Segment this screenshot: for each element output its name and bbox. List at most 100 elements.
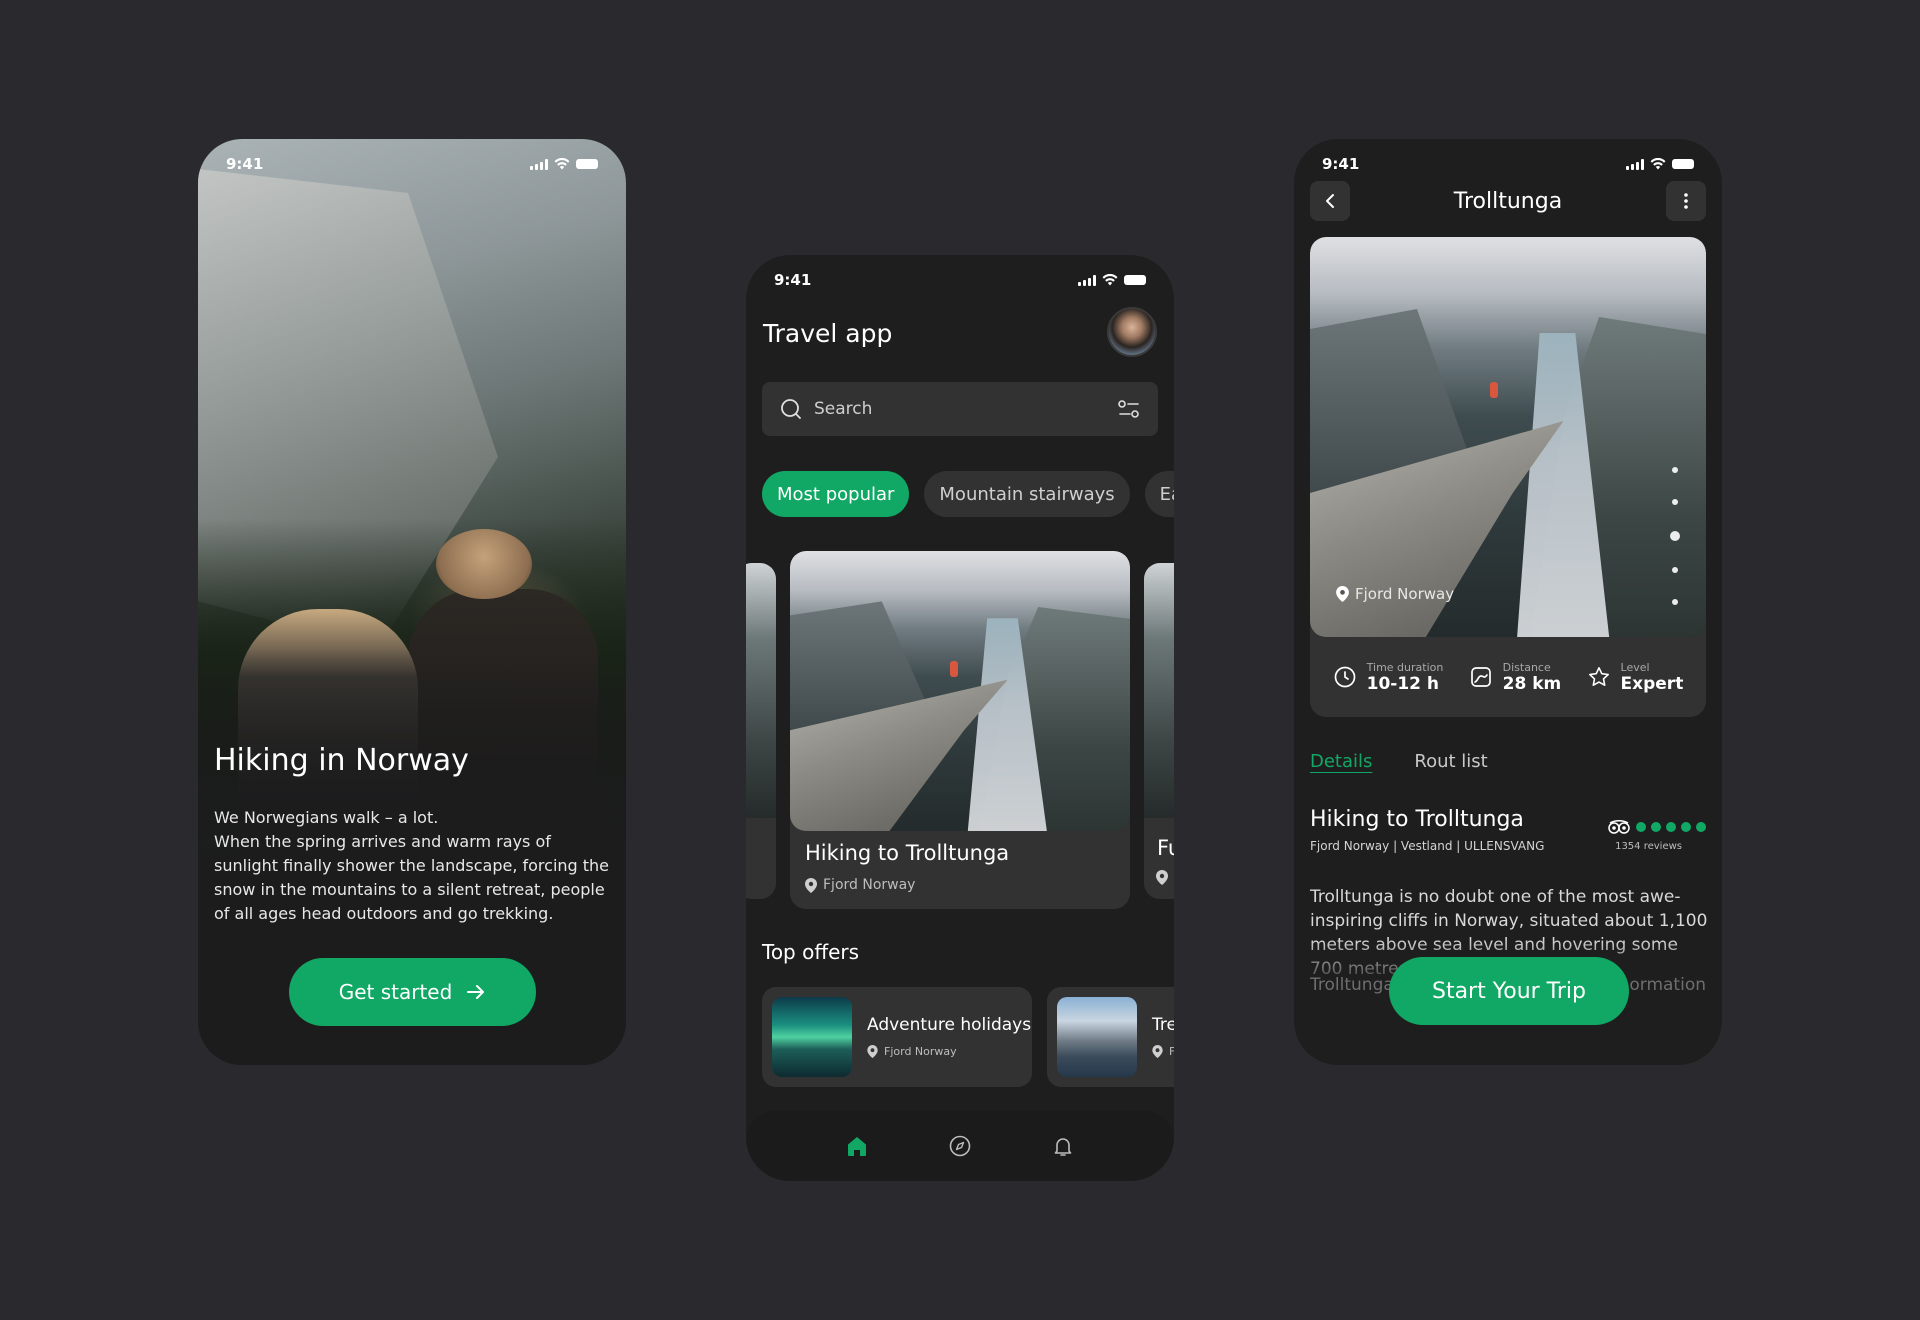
- rating: [1607, 819, 1706, 835]
- status-bar: 9:41: [198, 139, 626, 189]
- pin-icon: [805, 877, 817, 893]
- carousel-dot[interactable]: [1672, 467, 1678, 473]
- onboarding-text: We Norwegians walk – a lot. When the spr…: [214, 806, 612, 926]
- offer-name: Adventure holidays: [867, 1015, 1032, 1035]
- detail-screen: 9:41 Trolltunga Fjord Norway Time durati…: [1294, 139, 1722, 1065]
- arrow-right-icon: [467, 985, 485, 999]
- next-card-title: Fu: [1157, 836, 1174, 860]
- clock-icon: [1334, 666, 1355, 688]
- location-text: Fjord Norway: [1355, 585, 1455, 603]
- top-offers-heading: Top offers: [762, 940, 860, 964]
- signal-icon: [530, 158, 548, 170]
- carousel-dot[interactable]: [1672, 599, 1678, 605]
- detail-card: Fjord Norway Time duration 10-12 h Distan…: [1310, 237, 1706, 717]
- stat-duration: Time duration 10-12 h: [1333, 660, 1444, 694]
- bottom-nav: [746, 1111, 1174, 1181]
- stat-label: Time duration: [1366, 660, 1444, 674]
- wifi-icon: [1102, 274, 1118, 286]
- tripadvisor-icon: [1608, 820, 1630, 834]
- stat-value: 28 km: [1502, 673, 1562, 694]
- detail-tabs: Details Rout list: [1310, 751, 1488, 772]
- filter-icon[interactable]: [1118, 399, 1140, 419]
- battery-icon: [1124, 275, 1146, 285]
- offer-card[interactable]: Adventure holidays Fjord Norway: [762, 987, 1032, 1087]
- location-text: Fjord Norway: [823, 877, 916, 893]
- carousel-dot[interactable]: [1672, 567, 1678, 573]
- pin-icon: [867, 1045, 878, 1058]
- stat-level: Level Expert: [1587, 660, 1684, 694]
- onboarding-screen: 9:41 Hiking in Norway We Norwegians walk…: [198, 139, 626, 1065]
- location-text: F: [1169, 1045, 1174, 1058]
- tab-rout-list[interactable]: Rout list: [1414, 751, 1487, 772]
- pin-icon: [1156, 870, 1168, 885]
- status-time: 9:41: [226, 155, 264, 173]
- offer-thumbnail: [1057, 997, 1137, 1077]
- description-tail-left: Trolltunga: [1310, 975, 1394, 995]
- stat-label: Distance: [1502, 660, 1551, 674]
- status-time: 9:41: [774, 271, 812, 289]
- start-trip-button[interactable]: Start Your Trip: [1389, 957, 1629, 1025]
- tab-details[interactable]: Details: [1310, 751, 1372, 772]
- chevron-left-icon: [1326, 194, 1334, 208]
- featured-card[interactable]: Hiking to Trolltunga Fjord Norway: [790, 551, 1130, 909]
- stat-value: Expert: [1620, 673, 1684, 694]
- onboarding-text-line: We Norwegians walk – a lot.: [214, 808, 439, 827]
- home-icon[interactable]: [845, 1134, 869, 1158]
- rating-dot: [1666, 822, 1676, 832]
- wifi-icon: [1650, 158, 1666, 170]
- rating-dot: [1651, 822, 1661, 832]
- rating-dot: [1681, 822, 1691, 832]
- carousel-dot-active[interactable]: [1670, 531, 1680, 541]
- location-text: Fjord Norway: [884, 1045, 957, 1058]
- onboarding-title: Hiking in Norway: [214, 743, 469, 778]
- pin-icon: [1152, 1045, 1163, 1058]
- detail-location: Fjord Norway: [1336, 585, 1454, 603]
- get-started-button[interactable]: Get started: [289, 958, 536, 1026]
- chip-more[interactable]: Ea: [1144, 471, 1174, 517]
- wifi-icon: [554, 158, 570, 170]
- rating-dot: [1636, 822, 1646, 832]
- offer-card[interactable]: Tre F: [1047, 987, 1174, 1087]
- review-count: 1354 reviews: [1615, 841, 1682, 852]
- star-icon: [1588, 667, 1609, 686]
- pin-icon: [1336, 586, 1349, 602]
- page-title: Trolltunga: [1453, 188, 1563, 214]
- status-bar: 9:41: [1294, 139, 1722, 189]
- search-input[interactable]: Search: [762, 382, 1158, 436]
- signal-icon: [1626, 158, 1644, 170]
- offer-location: Fjord Norway: [867, 1045, 957, 1058]
- status-bar: 9:41: [746, 255, 1174, 305]
- trip-stats: Time duration 10-12 h Distance 28 km Level…: [1310, 637, 1706, 717]
- get-started-label: Get started: [338, 980, 453, 1004]
- start-trip-label: Start Your Trip: [1431, 978, 1587, 1004]
- stat-distance: Distance 28 km: [1469, 660, 1562, 694]
- search-placeholder: Search: [814, 399, 873, 419]
- signal-icon: [1078, 274, 1096, 286]
- chip-mountain-stairways[interactable]: Mountain stairways: [924, 471, 1130, 517]
- offer-location: F: [1152, 1045, 1174, 1058]
- carousel-dots: [1670, 467, 1680, 605]
- trip-subtitle: Fjord Norway | Vestland | ULLENSVANG: [1310, 839, 1545, 853]
- featured-card-location: Fjord Norway: [805, 877, 915, 893]
- battery-icon: [576, 159, 598, 169]
- compass-icon[interactable]: [948, 1134, 972, 1158]
- onboarding-text-line: When the spring arrives and warm rays of…: [214, 832, 610, 923]
- offer-name: Tre: [1152, 1015, 1174, 1035]
- app-title: Travel app: [763, 319, 893, 348]
- carousel-card-next[interactable]: Fu: [1144, 563, 1174, 899]
- description-tail-right: ormation: [1629, 975, 1706, 995]
- carousel-dot[interactable]: [1672, 499, 1678, 505]
- home-screen: 9:41 Travel app Search Most popular Moun…: [746, 255, 1174, 1181]
- chip-most-popular[interactable]: Most popular: [762, 471, 910, 517]
- category-chips: Most popular Mountain stairways Ea: [762, 471, 1174, 517]
- bell-icon[interactable]: [1051, 1134, 1075, 1158]
- stat-label: Level: [1620, 660, 1650, 674]
- carousel-card-prev[interactable]: [746, 563, 776, 899]
- featured-card-image: [790, 551, 1130, 831]
- avatar[interactable]: [1107, 307, 1157, 357]
- rating-dot: [1696, 822, 1706, 832]
- status-time: 9:41: [1322, 155, 1360, 173]
- detail-image[interactable]: Fjord Norway: [1310, 237, 1706, 637]
- trip-title: Hiking to Trolltunga: [1310, 807, 1524, 832]
- stat-value: 10-12 h: [1366, 673, 1440, 694]
